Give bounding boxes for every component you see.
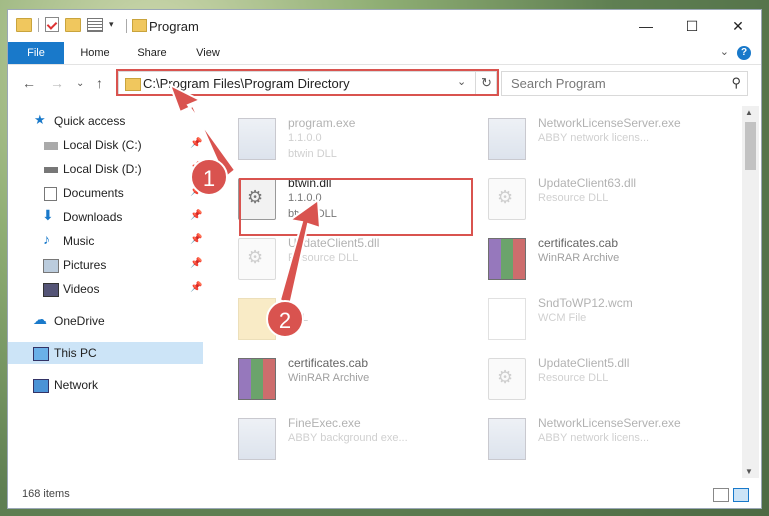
annotation-arrows <box>168 82 322 307</box>
step-one-badge: 1 <box>190 158 228 196</box>
step-two-badge: 2 <box>266 300 304 338</box>
arrow-to-selected-file <box>278 198 322 307</box>
